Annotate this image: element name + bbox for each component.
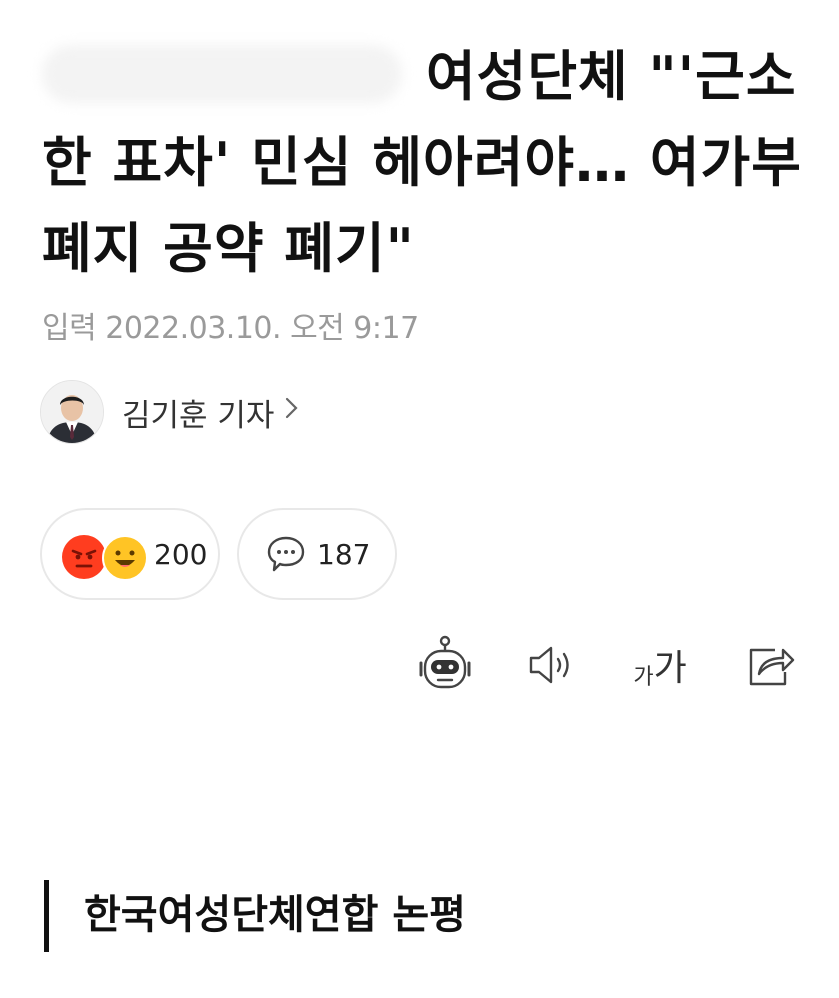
share-icon: [745, 642, 797, 688]
section-title: 한국여성단체연합 논평: [84, 892, 466, 938]
font-size-small-glyph: 가: [633, 665, 654, 690]
reporter-name: 김기훈 기자: [122, 397, 275, 434]
blurred-redaction: [42, 45, 402, 103]
share-button[interactable]: [736, 630, 806, 700]
comment-button[interactable]: 187: [237, 508, 397, 600]
speaker-icon: [523, 642, 579, 688]
reaction-count: 200: [154, 537, 208, 571]
font-size-icon: 가가: [633, 639, 686, 691]
article-dateline: 입력 2022.03.10. 오전 9:17: [42, 311, 419, 346]
comment-count: 187: [317, 537, 371, 571]
happy-emoji-icon: [102, 535, 148, 581]
reaction-button[interactable]: 200: [40, 508, 220, 600]
angry-emoji-icon: [62, 535, 106, 579]
chevron-right-icon: [284, 394, 300, 430]
section-accent-bar: [44, 880, 49, 952]
font-size-button[interactable]: 가가: [624, 630, 696, 700]
article-headline: 여성단체 "'근소한 표차' 민심 헤아려야… 여가부폐지 공약 폐기": [42, 34, 802, 292]
comment-bubble-icon: [265, 534, 307, 574]
robot-icon: [416, 635, 474, 695]
font-size-big-glyph: 가: [653, 648, 687, 689]
text-to-speech-button[interactable]: [516, 630, 586, 700]
summary-bot-button[interactable]: [410, 630, 480, 700]
reporter-link[interactable]: 김기훈 기자: [40, 380, 300, 444]
reporter-avatar: [40, 380, 104, 444]
